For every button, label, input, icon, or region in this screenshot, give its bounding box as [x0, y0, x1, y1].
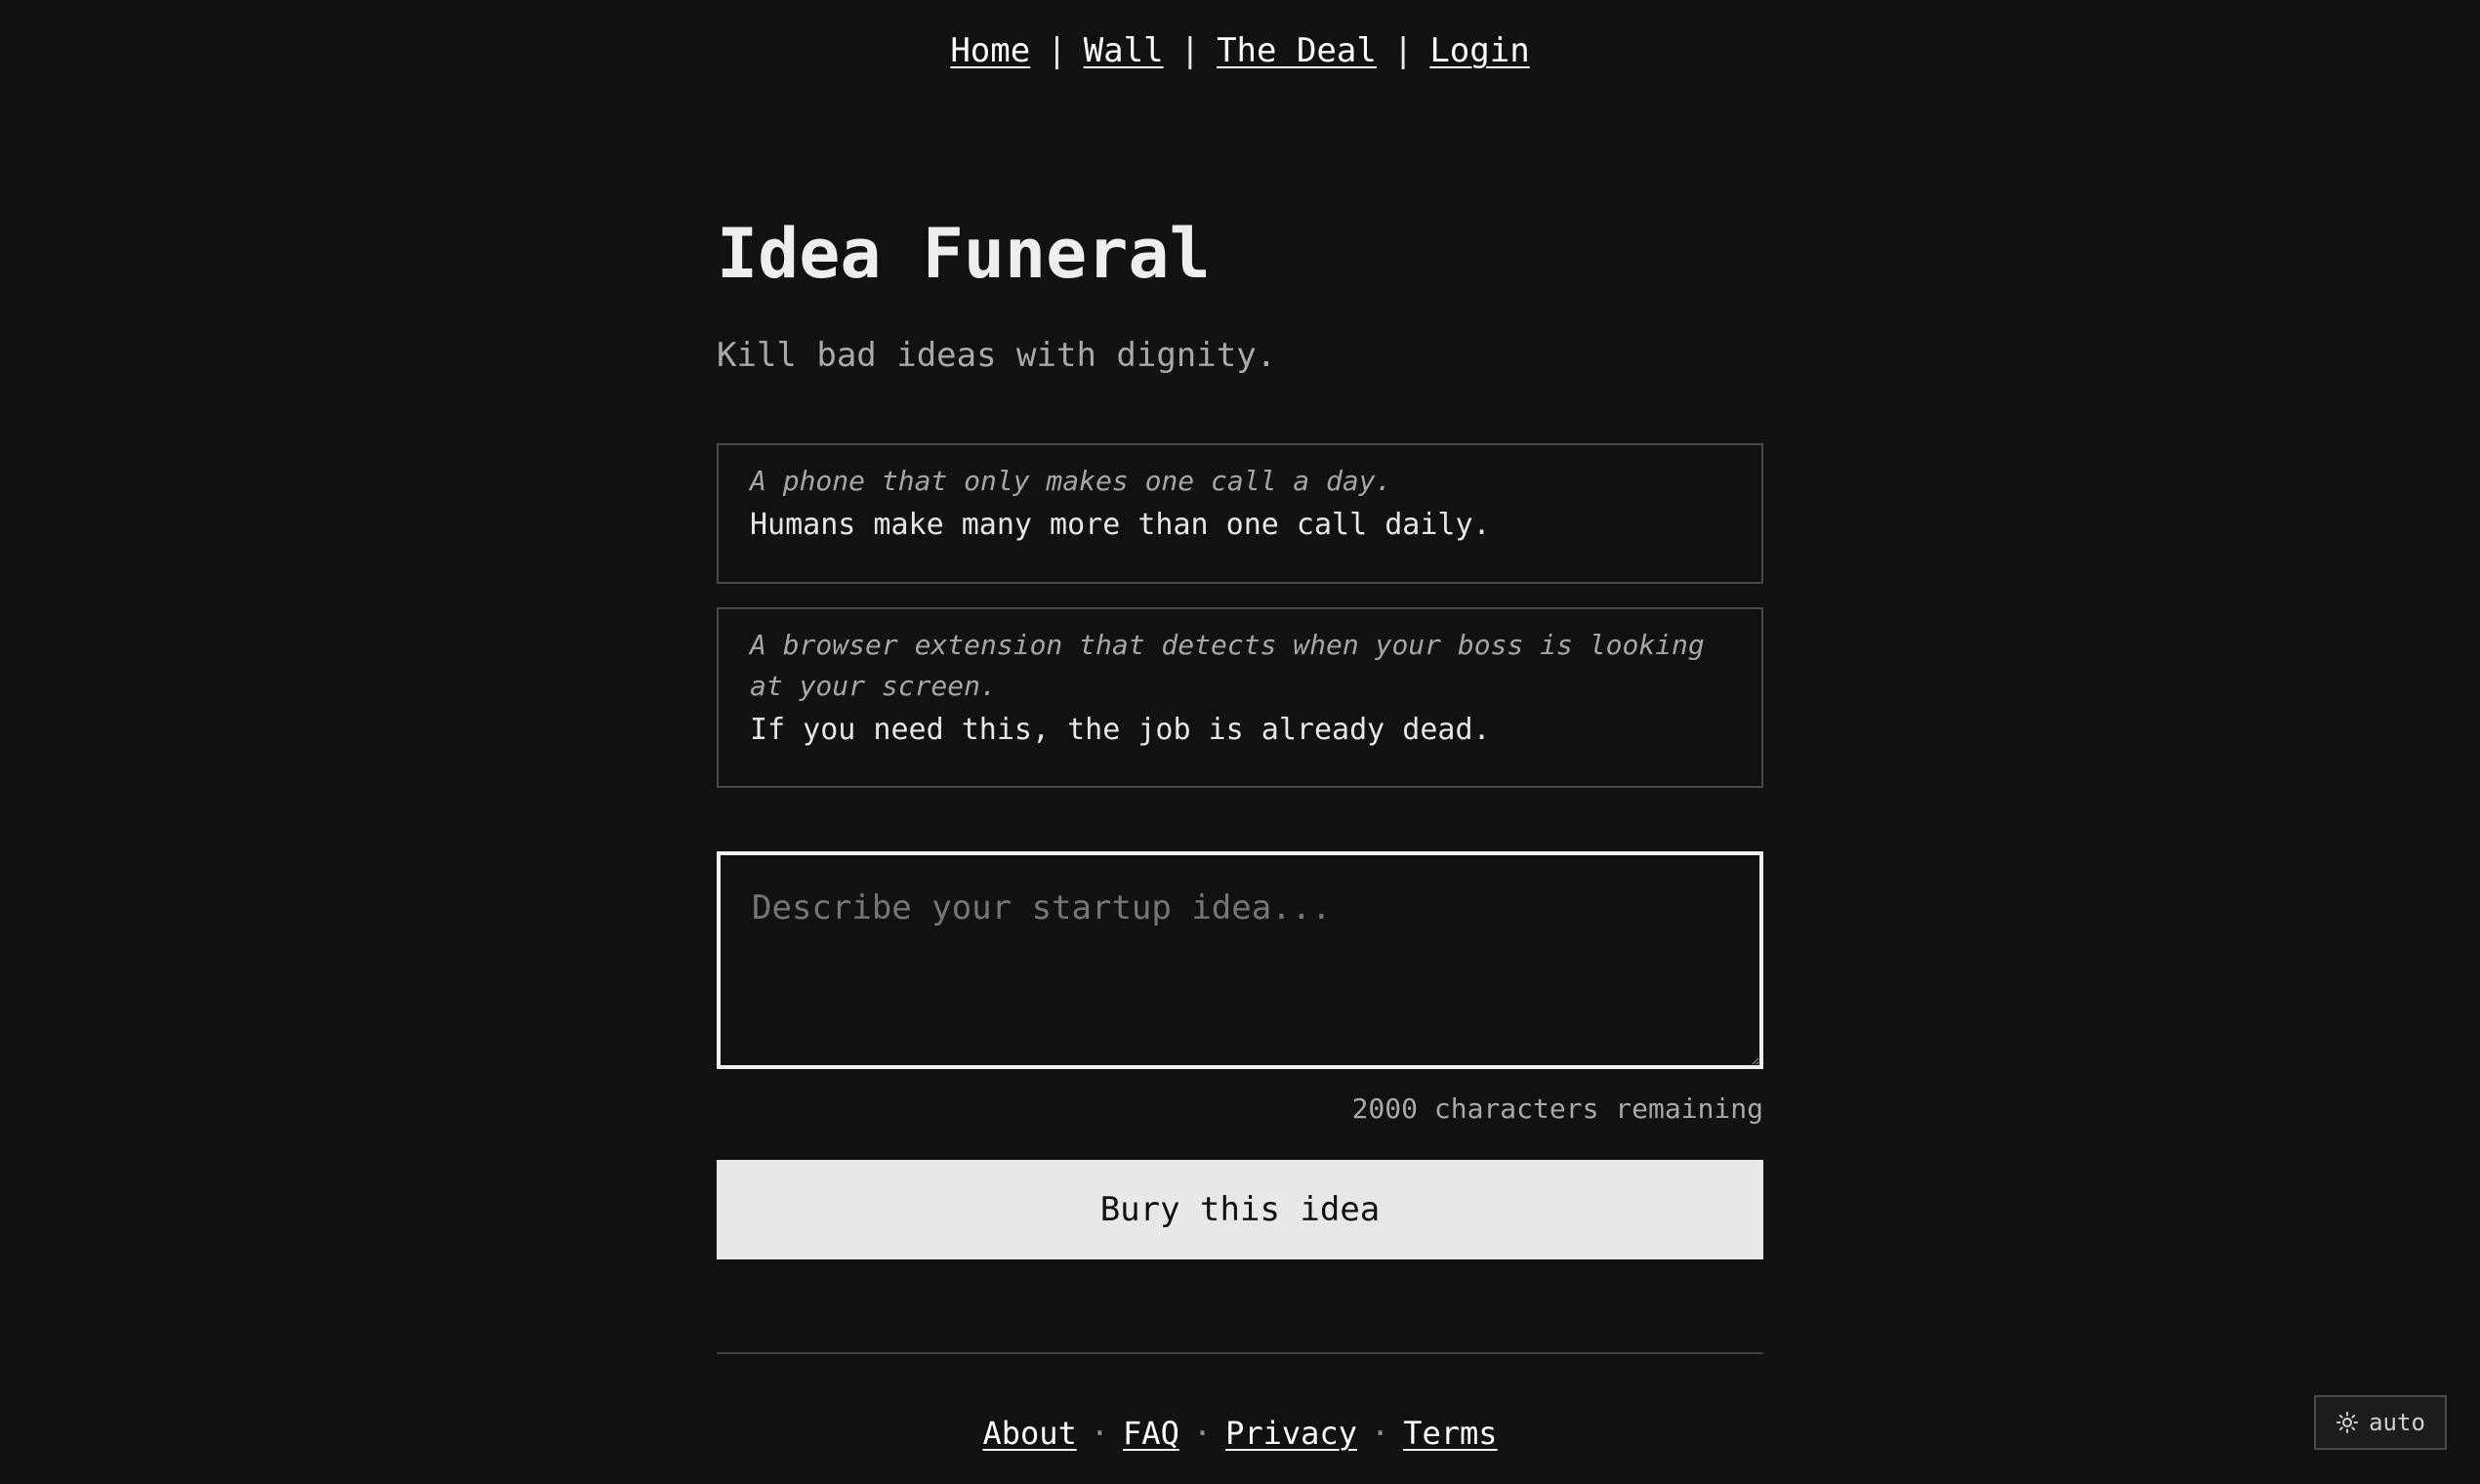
- page-tagline: Kill bad ideas with dignity.: [717, 336, 1277, 375]
- footer-divider: [717, 1352, 1763, 1354]
- nav-separator: |: [1047, 31, 1067, 70]
- footer-link-faq[interactable]: FAQ: [1123, 1415, 1179, 1452]
- page-title: Idea Funeral: [717, 214, 1211, 294]
- example-idea: A browser extension that detects when yo…: [750, 629, 1705, 702]
- theme-toggle-button[interactable]: auto: [2314, 1395, 2447, 1450]
- top-nav: Home | Wall | The Deal | Login: [0, 27, 2480, 74]
- nav-link-login[interactable]: Login: [1429, 31, 1529, 70]
- nav-separator: |: [1179, 31, 1201, 70]
- character-counter: 2000 characters remaining: [1351, 1092, 1763, 1125]
- theme-toggle-label: auto: [2369, 1409, 2425, 1436]
- nav-separator: |: [1392, 31, 1414, 70]
- bury-idea-button[interactable]: Bury this idea: [717, 1160, 1763, 1259]
- nav-link-home[interactable]: Home: [950, 31, 1030, 70]
- footer-separator: ·: [1090, 1415, 1110, 1452]
- footer-separator: ·: [1370, 1415, 1390, 1452]
- idea-input[interactable]: [717, 851, 1763, 1069]
- example-verdict: Humans make many more than one call dail…: [750, 508, 1491, 542]
- example-card: A browser extension that detects when yo…: [717, 607, 1763, 788]
- example-verdict: If you need this, the job is already dea…: [750, 713, 1491, 747]
- footer-link-privacy[interactable]: Privacy: [1225, 1415, 1357, 1452]
- footer-link-about[interactable]: About: [982, 1415, 1076, 1452]
- footer-link-terms[interactable]: Terms: [1403, 1415, 1497, 1452]
- nav-link-wall[interactable]: Wall: [1084, 31, 1164, 70]
- footer-nav: About · FAQ · Privacy · Terms: [0, 1410, 2480, 1457]
- sun-icon: [2335, 1411, 2359, 1434]
- example-card: A phone that only makes one call a day. …: [717, 443, 1763, 584]
- example-idea: A phone that only makes one call a day.: [750, 465, 1392, 497]
- footer-separator: ·: [1192, 1415, 1213, 1452]
- nav-link-the-deal[interactable]: The Deal: [1217, 31, 1377, 70]
